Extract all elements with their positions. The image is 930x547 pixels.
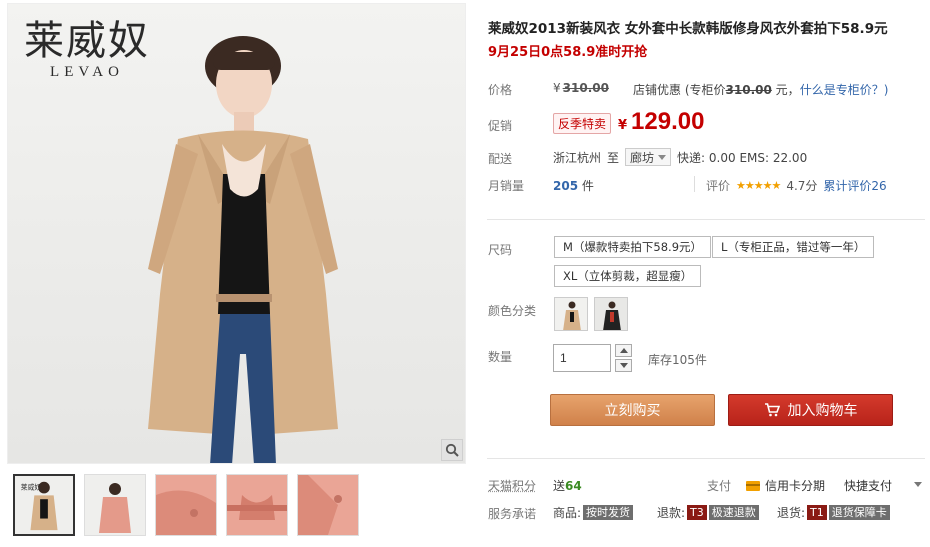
payment-credit-label: 信用卡分期 — [765, 479, 826, 493]
chevron-down-icon[interactable] — [914, 482, 922, 487]
add-to-cart-button[interactable]: 加入购物车 — [728, 394, 893, 426]
monthly-sales-count: 205 — [553, 179, 579, 193]
points-label[interactable]: 天猫积分 — [488, 477, 536, 494]
service-tag: 极速退款 — [708, 505, 759, 520]
destination-select[interactable]: 廊坊 — [625, 148, 672, 166]
service-prefix: 商品: — [553, 506, 582, 520]
product-subtitle: 9月25日0点58.9准时开抢 — [488, 45, 648, 60]
points-prefix: 送 — [553, 479, 566, 493]
arrow-up-icon — [619, 348, 628, 353]
size-option-m[interactable]: M（爆款特卖拍下58.9元） — [554, 236, 712, 258]
thumbnail-5[interactable] — [297, 474, 359, 536]
thumbnail-4[interactable] — [226, 474, 288, 536]
thumbnail-1[interactable]: 莱威奴 — [13, 474, 75, 536]
original-price: ¥310.00 — [553, 81, 609, 95]
thumbnail-3[interactable] — [155, 474, 217, 536]
cart-icon — [764, 403, 780, 417]
shipping-info: 浙江杭州 至 廊坊 快递: 0.00 EMS: 22.00 — [553, 148, 807, 166]
ship-from: 浙江杭州 — [553, 150, 602, 165]
magnifier-icon — [445, 443, 459, 457]
model-photo — [148, 36, 338, 463]
arrow-down-icon — [619, 363, 628, 368]
service-ontime-shipping[interactable]: 商品: 按时发货 — [553, 504, 634, 521]
ship-to-word: 至 — [607, 150, 620, 165]
service-fast-refund[interactable]: 退款: T3 极速退款 — [657, 504, 759, 521]
stock-count: 库存105件 — [648, 353, 707, 367]
destination-value: 廊坊 — [630, 150, 655, 165]
service-tag-code: T3 — [687, 505, 707, 520]
quantity-increase-button[interactable] — [615, 344, 632, 357]
promo-price: ¥129.00 — [618, 108, 704, 136]
promo-label: 促销 — [488, 119, 513, 133]
monthly-sales: 205 件 — [553, 177, 594, 194]
size-label: 尺码 — [488, 243, 513, 257]
quantity-decrease-button[interactable] — [615, 359, 632, 372]
service-label: 服务承诺 — [488, 507, 537, 521]
quantity-input[interactable] — [553, 344, 611, 372]
original-price-value: 310.00 — [562, 81, 609, 95]
points-amount: 64 — [565, 479, 582, 493]
buy-now-button[interactable]: 立刻购买 — [550, 394, 715, 426]
credit-card-icon — [746, 480, 760, 491]
counter-price-suffix: 元， — [775, 83, 800, 97]
service-prefix: 退货: — [777, 506, 806, 520]
payment-label: 支付 — [707, 479, 732, 493]
color-option-black[interactable] — [594, 297, 628, 331]
product-title: 莱威奴2013新装风衣 女外套中长款韩版修身风衣外套拍下58.9元 — [488, 21, 888, 37]
promo-price-value: 129.00 — [631, 108, 705, 135]
size-option-xl[interactable]: XL（立体剪裁，超显瘦） — [554, 265, 702, 287]
shop-discount: 店铺优惠 (专柜价310.00 元，什么是专柜价？) — [633, 81, 888, 98]
thumbnail-2[interactable] — [84, 474, 146, 536]
color-option-khaki[interactable] — [554, 297, 588, 331]
quantity-label: 数量 — [488, 350, 513, 364]
main-product-image[interactable]: 莱威奴 LEVAO — [7, 3, 466, 464]
counter-price-text: (专柜价 — [684, 83, 726, 97]
points-value: 送64 — [553, 477, 582, 494]
rating-stars-icon: ★★★★★ — [736, 179, 781, 192]
shipping-fees: 快递: 0.00 EMS: 22.00 — [677, 150, 808, 165]
service-tag: 退货保障卡 — [828, 505, 890, 520]
currency-symbol: ¥ — [553, 81, 561, 95]
service-tag-code: T1 — [807, 505, 827, 520]
price-label: 价格 — [488, 83, 513, 97]
payment-credit-installment[interactable]: 信用卡分期 — [746, 477, 825, 494]
service-prefix: 退款: — [657, 506, 686, 520]
divider — [487, 219, 925, 220]
promo-currency: ¥ — [618, 118, 628, 133]
rating-score: 4.7分 — [786, 179, 818, 193]
reviews-link[interactable]: 累计评价26 — [823, 177, 886, 194]
shop-discount-label: 店铺优惠 — [633, 83, 682, 97]
service-tag: 按时发货 — [583, 505, 634, 520]
monthly-sales-label: 月销量 — [488, 179, 525, 193]
promo-badge: 反季特卖 — [553, 113, 612, 134]
svg-text:莱威奴: 莱威奴 — [21, 483, 42, 492]
color-label: 颜色分类 — [488, 304, 537, 318]
rating: 评价 ★★★★★ 4.7分 累计评价26 — [706, 177, 887, 194]
counter-price-help-link[interactable]: 什么是专柜价？) — [800, 83, 889, 97]
add-to-cart-label: 加入购物车 — [787, 403, 858, 419]
payment-quick[interactable]: 快捷支付 — [844, 477, 892, 494]
rating-label: 评价 — [706, 179, 731, 193]
divider — [694, 176, 695, 192]
zoom-button[interactable] — [441, 439, 463, 461]
monthly-sales-unit: 件 — [581, 179, 594, 193]
service-return-guarantee[interactable]: 退货: T1 退货保障卡 — [777, 504, 890, 521]
shipping-label: 配送 — [488, 152, 513, 166]
thumbnail-strip: 莱威奴 — [13, 474, 359, 536]
chevron-down-icon — [658, 154, 667, 160]
divider — [487, 458, 925, 459]
size-option-l[interactable]: L（专柜正品，错过等一年） — [712, 236, 875, 258]
counter-price-value: 310.00 — [725, 83, 772, 97]
